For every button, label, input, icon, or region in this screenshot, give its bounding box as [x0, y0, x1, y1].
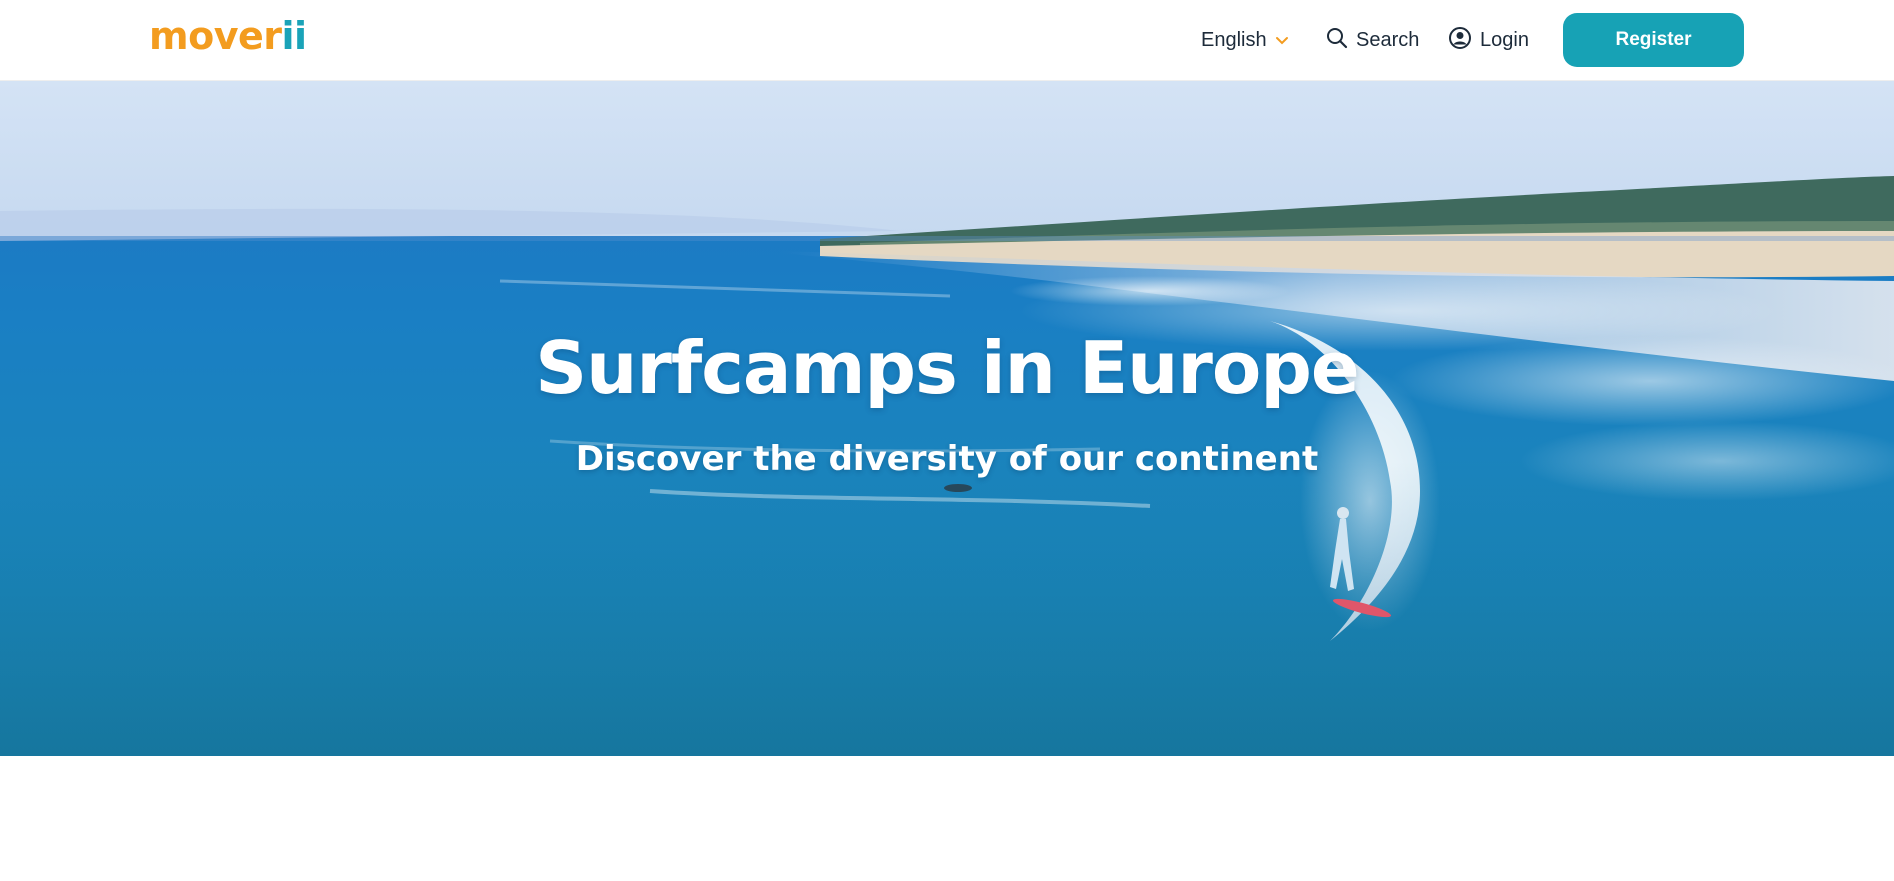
search-link[interactable]: Search: [1326, 0, 1419, 81]
logo-accent-text: ii: [281, 14, 308, 58]
user-circle-icon: [1448, 26, 1472, 56]
login-label: Login: [1480, 29, 1529, 51]
hero-banner: Surfcamps in Europe Discover the diversi…: [0, 81, 1894, 756]
logo-main-text: mover: [149, 14, 282, 58]
hero-subtitle: Discover the diversity of our continent: [575, 439, 1319, 479]
language-label: English: [1201, 29, 1267, 51]
language-selector[interactable]: English: [1201, 0, 1289, 81]
login-link[interactable]: Login: [1448, 0, 1529, 81]
chevron-down-icon: [1275, 29, 1289, 52]
surfer-ocean-photo: [0, 81, 1894, 756]
register-button[interactable]: Register: [1563, 13, 1744, 67]
moverii-logo[interactable]: moverii: [149, 14, 307, 58]
site-header: moverii English Search Login Register: [0, 0, 1894, 81]
search-label: Search: [1356, 29, 1420, 51]
search-icon: [1326, 27, 1348, 55]
hero-title: Surfcamps in Europe: [535, 326, 1359, 410]
